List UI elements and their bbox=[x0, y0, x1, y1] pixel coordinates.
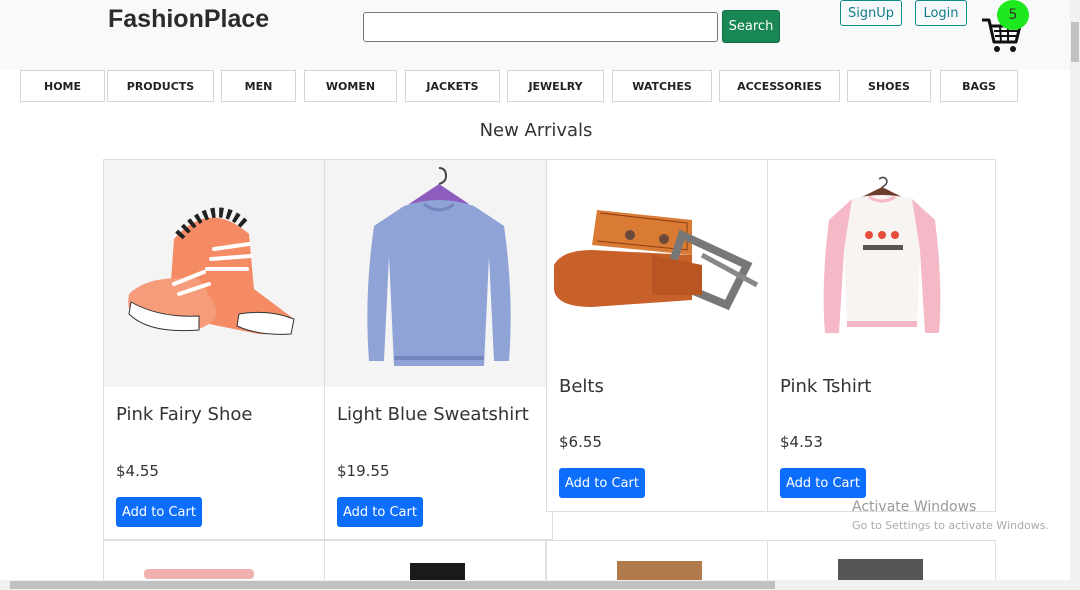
nav-item-products[interactable]: PRODUCTS bbox=[107, 70, 214, 102]
nav-item-women[interactable]: WOMEN bbox=[304, 70, 397, 102]
product-price: $19.55 bbox=[337, 462, 390, 480]
product-name[interactable]: Belts bbox=[559, 376, 604, 397]
vertical-scrollbar[interactable] bbox=[1070, 0, 1080, 580]
product-price: $6.55 bbox=[559, 433, 602, 451]
add-to-cart-button[interactable]: Add to Cart bbox=[337, 497, 423, 527]
vertical-scrollbar-thumb[interactable] bbox=[1071, 22, 1079, 62]
add-to-cart-button[interactable]: Add to Cart bbox=[559, 468, 645, 498]
brand-logo[interactable]: FashionPlace bbox=[108, 5, 269, 34]
horizontal-scrollbar[interactable] bbox=[0, 580, 1080, 590]
activate-windows-subtitle: Go to Settings to activate Windows. bbox=[852, 519, 1050, 532]
site-header: FashionPlace Search SignUp Login 5 bbox=[0, 0, 1070, 70]
nav-item-jackets[interactable]: JACKETS bbox=[405, 70, 500, 102]
tshirt-image[interactable] bbox=[768, 160, 995, 360]
add-to-cart-button[interactable]: Add to Cart bbox=[116, 497, 202, 527]
product-card: Pink Tshirt $4.53 Add to Cart bbox=[767, 159, 996, 512]
horizontal-scrollbar-thumb[interactable] bbox=[10, 581, 775, 589]
shoe-image[interactable] bbox=[104, 160, 324, 387]
product-name[interactable]: Light Blue Sweatshirt bbox=[337, 404, 529, 425]
product-image[interactable] bbox=[144, 569, 254, 579]
nav-item-men[interactable]: MEN bbox=[221, 70, 296, 102]
product-card: Light Blue Sweatshirt $19.55 Add to Cart bbox=[324, 159, 553, 540]
belt-image[interactable] bbox=[547, 160, 767, 360]
nav-item-jewelry[interactable]: JEWELRY bbox=[507, 70, 604, 102]
search-button[interactable]: Search bbox=[722, 10, 780, 43]
activate-windows-title: Activate Windows bbox=[852, 499, 977, 515]
section-title: New Arrivals bbox=[479, 120, 593, 141]
product-image[interactable] bbox=[617, 561, 702, 581]
add-to-cart-button[interactable]: Add to Cart bbox=[780, 468, 866, 498]
product-card: Pink Fairy Shoe $4.55 Add to Cart bbox=[103, 159, 325, 540]
nav-item-bags[interactable]: BAGS bbox=[940, 70, 1018, 102]
product-name[interactable]: Pink Tshirt bbox=[780, 376, 871, 397]
product-name[interactable]: Pink Fairy Shoe bbox=[116, 404, 252, 425]
nav-item-shoes[interactable]: SHOES bbox=[847, 70, 931, 102]
product-price: $4.55 bbox=[116, 462, 159, 480]
search-input[interactable] bbox=[363, 12, 718, 42]
product-image[interactable] bbox=[838, 559, 923, 581]
login-button[interactable]: Login bbox=[915, 0, 967, 26]
product-card: Belts $6.55 Add to Cart bbox=[546, 159, 768, 512]
signup-button[interactable]: SignUp bbox=[840, 0, 902, 26]
product-price: $4.53 bbox=[780, 433, 823, 451]
nav-item-watches[interactable]: WATCHES bbox=[612, 70, 712, 102]
cart-count-badge: 5 bbox=[997, 0, 1029, 30]
sweatshirt-image[interactable] bbox=[325, 160, 552, 387]
nav-item-home[interactable]: HOME bbox=[20, 70, 105, 102]
nav-item-accessories[interactable]: ACCESSORIES bbox=[719, 70, 840, 102]
